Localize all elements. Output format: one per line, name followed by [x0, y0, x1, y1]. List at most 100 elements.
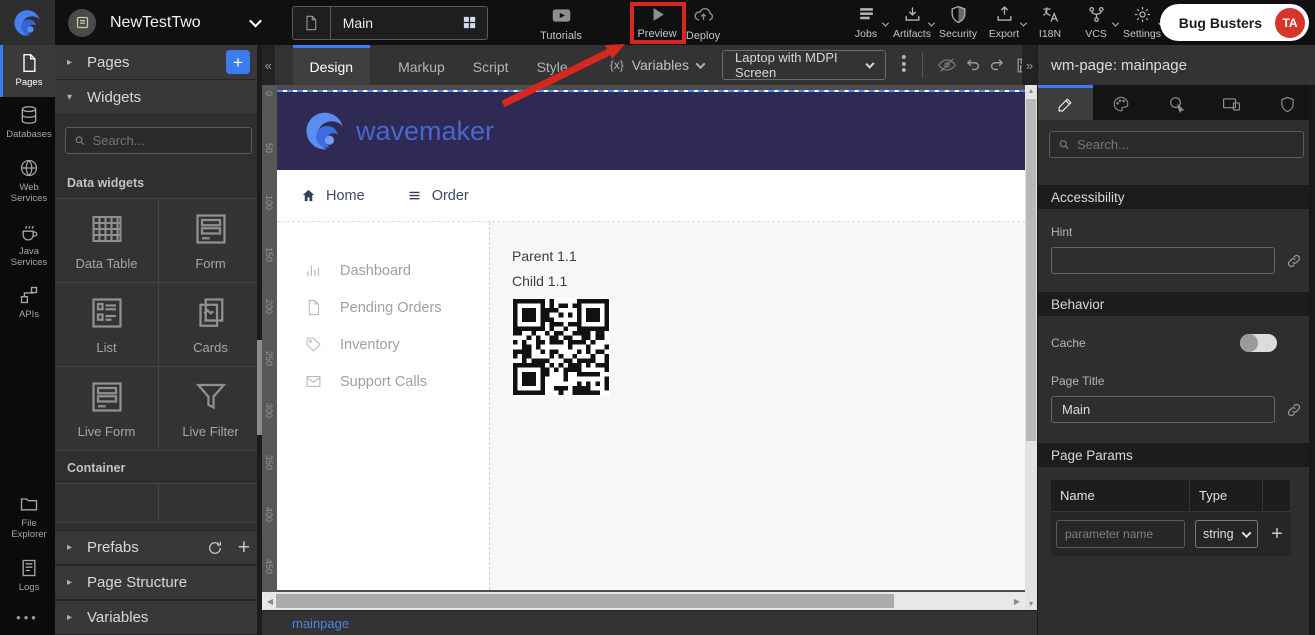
tab-script[interactable]: Script: [473, 45, 509, 85]
designed-page[interactable]: wavemaker Home Order: [277, 90, 1025, 590]
hint-input[interactable]: [1051, 247, 1275, 274]
tab-styles[interactable]: [1093, 85, 1148, 120]
undo-button[interactable]: [960, 56, 986, 74]
page-structure-accordion[interactable]: ▸ Page Structure: [55, 565, 262, 600]
tutorials-icon: [551, 5, 572, 26]
variables-button[interactable]: {x} Variables: [610, 57, 704, 73]
grid-icon[interactable]: [462, 15, 477, 30]
add-param-button[interactable]: +: [1263, 512, 1291, 556]
project-menu[interactable]: NewTestTwo: [68, 9, 260, 37]
vcs-button[interactable]: VCS: [1073, 5, 1119, 40]
team-button[interactable]: Bug Busters TA: [1160, 4, 1309, 41]
bind-link-icon[interactable]: [1286, 402, 1302, 418]
widget-data-table[interactable]: Data Table: [55, 199, 158, 282]
widget-form[interactable]: Form: [159, 199, 262, 282]
param-type-select[interactable]: string: [1195, 520, 1258, 548]
property-search[interactable]: [1049, 131, 1304, 158]
scroll-right-icon[interactable]: ▶: [1011, 592, 1023, 610]
panel-scrollbar[interactable]: [257, 45, 262, 635]
canvas-vertical-scrollbar[interactable]: ▲ ▼: [1025, 85, 1037, 610]
rail-item-file-explorer[interactable]: File Explorer: [0, 486, 55, 550]
child-label-widget[interactable]: Child 1.1: [512, 273, 1025, 289]
scroll-up-icon[interactable]: ▲: [1025, 85, 1037, 97]
add-page-button[interactable]: +: [226, 50, 250, 74]
param-row: string +: [1051, 512, 1291, 556]
tab-events[interactable]: [1149, 85, 1204, 120]
menu-item-support-calls[interactable]: Support Calls: [277, 363, 489, 400]
prefabs-label: Prefabs: [87, 539, 139, 556]
rail-item-logs[interactable]: Logs: [0, 550, 55, 602]
rail-item-java-services[interactable]: Java Services: [0, 214, 55, 278]
user-avatar[interactable]: TA: [1275, 8, 1305, 38]
widgets-accordion[interactable]: ▾ Widgets: [55, 80, 262, 115]
tab-security[interactable]: [1260, 85, 1315, 120]
page-body: Dashboard Pending Orders Inventory: [277, 222, 1025, 590]
data-table-icon: [89, 211, 125, 247]
expand-right-icon[interactable]: »: [1022, 45, 1037, 85]
tab-style[interactable]: Style: [537, 45, 568, 85]
scroll-down-icon[interactable]: ▼: [1025, 598, 1037, 610]
menu-item-dashboard[interactable]: Dashboard: [277, 252, 489, 289]
widget-search-input[interactable]: [93, 133, 243, 148]
nav-item-home[interactable]: Home: [301, 188, 365, 204]
device-dropdown[interactable]: Laptop with MDPI Screen: [722, 50, 886, 80]
widget-container-partial[interactable]: [159, 484, 262, 523]
widget-list[interactable]: List: [55, 283, 158, 366]
widget-live-filter[interactable]: Live Filter: [159, 367, 262, 450]
deploy-button[interactable]: Deploy: [673, 5, 733, 42]
variables-accordion[interactable]: ▸ Variables: [55, 600, 262, 635]
preview-eye-button[interactable]: [934, 55, 960, 75]
refresh-icon[interactable]: [207, 540, 223, 556]
widget-container-partial[interactable]: [55, 484, 158, 523]
chevron-down-icon[interactable]: [251, 14, 260, 32]
panel-scrollbar-thumb[interactable]: [257, 340, 262, 435]
menu-item-inventory[interactable]: Inventory: [277, 326, 489, 363]
open-page-tab[interactable]: mainpage: [292, 616, 349, 631]
bind-link-icon[interactable]: [1286, 253, 1302, 269]
section-page-params[interactable]: Page Params: [1038, 443, 1315, 467]
add-prefab-button[interactable]: +: [238, 537, 250, 558]
property-search-input[interactable]: [1077, 137, 1295, 152]
parent-label-widget[interactable]: Parent 1.1: [512, 248, 1025, 264]
horizontal-scrollbar-thumb[interactable]: [276, 594, 894, 608]
tab-markup[interactable]: Markup: [398, 45, 445, 85]
funnel-icon: [193, 379, 229, 415]
section-behavior[interactable]: Behavior: [1038, 292, 1315, 316]
security-button[interactable]: Security: [935, 5, 981, 40]
scroll-left-icon[interactable]: ◀: [264, 592, 276, 610]
canvas-horizontal-scrollbar[interactable]: ◀ ▶: [262, 592, 1025, 610]
wavemaker-logo[interactable]: [0, 0, 55, 45]
collapse-left-icon[interactable]: «: [262, 45, 275, 85]
cache-toggle[interactable]: [1240, 334, 1277, 352]
jobs-button[interactable]: Jobs: [843, 5, 889, 40]
menu-item-pending-orders[interactable]: Pending Orders: [277, 289, 489, 326]
settings-button[interactable]: Settings: [1119, 5, 1165, 40]
rail-item-apis[interactable]: APIs: [0, 277, 55, 329]
pages-accordion[interactable]: ▸ Pages +: [55, 45, 262, 80]
qr-code[interactable]: [512, 298, 610, 396]
canvas-more-menu[interactable]: •••: [899, 55, 909, 75]
rail-item-pages[interactable]: Pages: [0, 45, 55, 97]
tutorials-button[interactable]: Tutorials: [526, 5, 596, 42]
export-button[interactable]: Export: [981, 5, 1027, 40]
redo-button[interactable]: [985, 56, 1011, 74]
page-selector[interactable]: Main: [292, 6, 488, 40]
page-header-widget[interactable]: wavemaker: [277, 92, 1025, 170]
vertical-scrollbar-thumb[interactable]: [1026, 99, 1036, 441]
widget-live-form[interactable]: Live Form: [55, 367, 158, 450]
tab-devices[interactable]: [1204, 85, 1259, 120]
widget-search[interactable]: [65, 127, 252, 154]
section-accessibility[interactable]: Accessibility: [1038, 185, 1315, 209]
tab-properties[interactable]: [1038, 85, 1093, 120]
more-options-icon[interactable]: •••: [0, 602, 55, 635]
rail-item-databases[interactable]: Databases: [0, 97, 55, 149]
page-title-input[interactable]: [1051, 396, 1275, 423]
nav-item-order[interactable]: Order: [407, 188, 469, 204]
widget-cards[interactable]: Cards: [159, 283, 262, 366]
param-name-input[interactable]: [1056, 520, 1185, 548]
artifacts-button[interactable]: Artifacts: [889, 5, 935, 40]
prefabs-accordion[interactable]: ▸ Prefabs +: [55, 530, 262, 565]
i18n-button[interactable]: I18N: [1027, 5, 1073, 40]
tab-design[interactable]: Design: [293, 45, 371, 85]
rail-item-web-services[interactable]: Web Services: [0, 150, 55, 214]
